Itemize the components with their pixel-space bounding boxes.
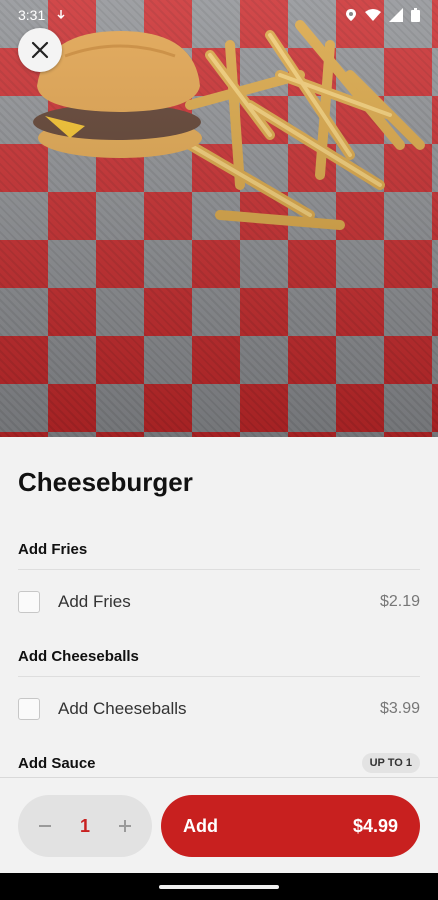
checkbox[interactable] (18, 591, 40, 613)
image-shade (0, 0, 438, 437)
add-label: Add (183, 815, 218, 836)
system-nav-bar (0, 873, 438, 900)
section-label: Add Fries (18, 541, 88, 558)
item-title: Cheeseburger (18, 467, 193, 497)
option-add-fries[interactable]: Add Fries $2.19 (18, 590, 420, 614)
selection-limit-badge: UP TO 1 (361, 753, 420, 773)
section-label: Add Sauce (18, 754, 96, 772)
status-time: 3:31 (18, 7, 46, 23)
checkbox[interactable] (18, 698, 40, 720)
divider (18, 569, 420, 570)
location-icon (346, 9, 356, 21)
close-icon (31, 41, 49, 59)
option-label: Add Cheeseballs (58, 699, 187, 718)
option-price: $3.99 (379, 700, 420, 717)
option-add-cheeseballs[interactable]: Add Cheeseballs $3.99 (18, 697, 420, 721)
add-price: $4.99 (352, 815, 398, 836)
status-bar: 3:31 (0, 0, 438, 30)
section-heading-sauce: Add Sauce UP TO 1 (18, 753, 420, 773)
add-to-cart-button[interactable]: Add $4.99 (161, 795, 420, 857)
home-indicator[interactable] (159, 885, 279, 889)
signal-icon (389, 8, 403, 22)
close-button[interactable] (18, 28, 62, 72)
divider (18, 676, 420, 677)
quantity-value: 1 (79, 815, 90, 836)
quantity-stepper: 1 (18, 795, 152, 857)
order-footer: 1 Add $4.99 (0, 777, 438, 873)
wifi-icon (365, 9, 381, 21)
battery-icon (411, 8, 420, 22)
section-label: Add Cheeseballs (18, 648, 139, 665)
download-icon (57, 10, 65, 20)
section-heading-cheeseballs: Add Cheeseballs (18, 648, 420, 665)
section-heading-fries: Add Fries (18, 541, 420, 558)
item-detail-sheet: Cheeseburger Add Fries Add Fries $2.19 A… (0, 437, 438, 777)
product-image (0, 0, 438, 437)
option-price: $2.19 (379, 593, 420, 610)
option-label: Add Fries (58, 592, 131, 611)
plus-icon[interactable] (114, 812, 136, 840)
minus-icon[interactable] (34, 812, 56, 840)
